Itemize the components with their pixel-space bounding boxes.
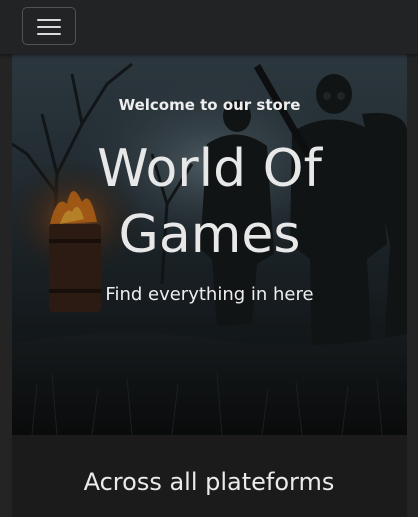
hero-banner: Welcome to our store World Of Games Find… [12, 54, 407, 435]
right-margin [407, 54, 418, 517]
hero-tagline: Welcome to our store [118, 96, 301, 114]
navbar [0, 0, 418, 54]
hero-title-line-1: World Of [97, 139, 322, 199]
hero-title-line-2: Games [118, 205, 301, 265]
hero-title: World Of Games [12, 136, 407, 268]
menu-toggle-button[interactable] [22, 7, 76, 45]
hero-text: Welcome to our store World Of Games Find… [12, 54, 407, 435]
hero-subtitle: Find everything in here [105, 284, 314, 305]
section-title: Across all plateforms [83, 468, 335, 496]
left-margin [0, 54, 12, 517]
